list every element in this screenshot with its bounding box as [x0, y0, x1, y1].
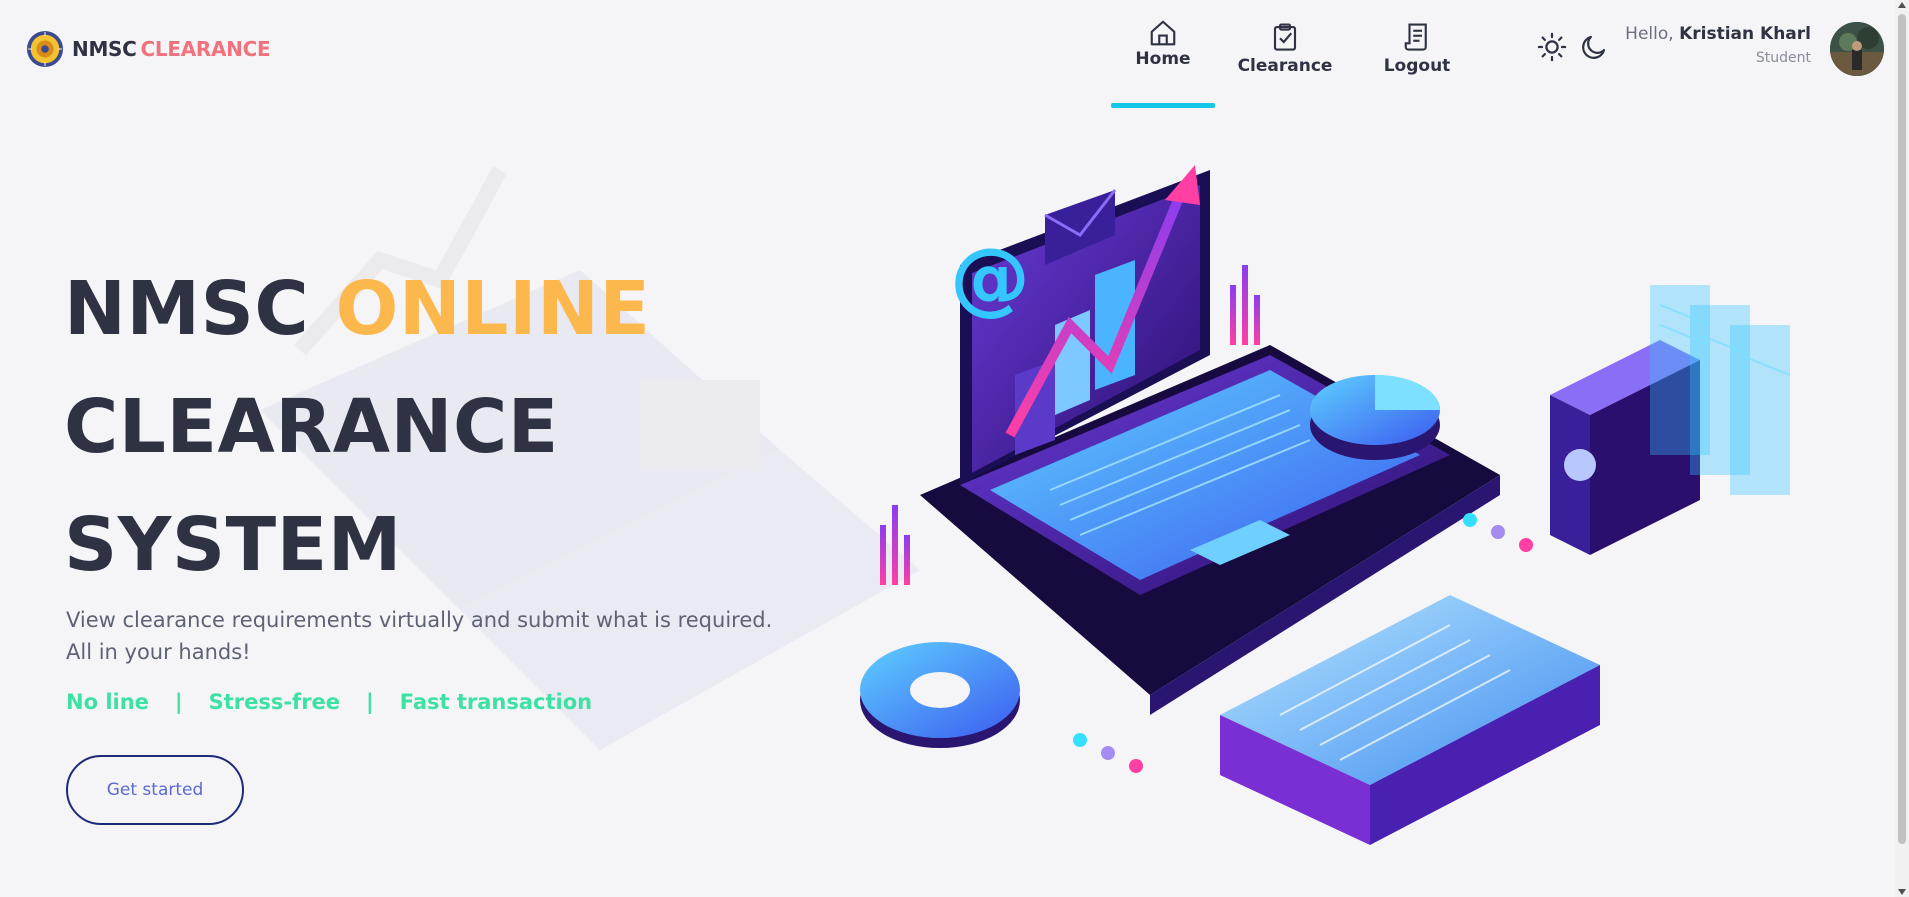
brand[interactable]: NMSC CLEARANCE — [26, 30, 271, 68]
moon-icon[interactable] — [1579, 32, 1609, 62]
nav-logout[interactable]: Logout — [1354, 0, 1480, 94]
hero-title: NMSC ONLINE CLEARANCE SYSTEM — [64, 250, 650, 604]
hero-title-part1: NMSC — [64, 266, 310, 352]
scroll-thumb[interactable] — [1898, 14, 1906, 844]
hero-title-line3: SYSTEM — [64, 502, 402, 588]
hero-illustration: @ — [860, 165, 1791, 845]
nav-clearance[interactable]: Clearance — [1216, 0, 1354, 94]
nav-logout-label: Logout — [1383, 56, 1451, 76]
scroll-down-arrow-icon[interactable] — [1898, 889, 1906, 895]
tag-no-line: No line — [66, 690, 149, 714]
user-role: Student — [1755, 50, 1811, 66]
tag-separator: | — [366, 690, 374, 714]
home-icon — [1150, 20, 1176, 46]
nav-home[interactable]: Home — [1110, 0, 1216, 108]
hero-title-accent: ONLINE — [335, 266, 651, 352]
brand-name: NMSC CLEARANCE — [72, 37, 271, 61]
hero-tags: No line | Stress-free | Fast transaction — [66, 690, 592, 714]
user-name: Kristian Kharl — [1679, 24, 1811, 44]
hero-title-line2: CLEARANCE — [64, 384, 559, 470]
scroll-up-arrow-icon[interactable] — [1898, 2, 1906, 8]
clipboard-check-icon — [1273, 23, 1297, 51]
top-navbar: NMSC CLEARANCE Home Clearance Logout Hel… — [0, 0, 1895, 108]
tag-separator: | — [174, 690, 183, 714]
theme-toggle — [1537, 32, 1609, 62]
main-nav: Home Clearance Logout — [1110, 0, 1480, 108]
hero-subtitle: View clearance requirements virtually an… — [66, 604, 826, 668]
sun-icon[interactable] — [1537, 32, 1567, 62]
receipt-icon — [1404, 23, 1427, 51]
svg-text:@: @ — [950, 231, 1030, 324]
tag-fast-transaction: Fast transaction — [399, 690, 593, 714]
tag-stress-free: Stress-free — [208, 690, 341, 714]
brand-suffix: CLEARANCE — [140, 37, 271, 61]
user-info: Hello, Kristian Kharl Student — [1625, 24, 1811, 66]
greeting-hello: Hello, — [1625, 24, 1674, 44]
active-tab-indicator — [1111, 103, 1215, 108]
hero-subtitle-line1: View clearance requirements virtually an… — [66, 608, 773, 632]
school-seal-icon — [26, 30, 64, 68]
nav-home-label: Home — [1135, 49, 1191, 69]
hero-subtitle-line2: All in your hands! — [66, 640, 251, 664]
brand-prefix: NMSC — [72, 37, 137, 61]
avatar-image — [1830, 22, 1884, 76]
avatar[interactable] — [1830, 22, 1884, 76]
nav-clearance-label: Clearance — [1237, 56, 1333, 76]
get-started-button[interactable]: Get started — [66, 755, 244, 825]
page-scrollbar[interactable] — [1895, 0, 1909, 897]
user-greeting: Hello, Kristian Kharl — [1625, 24, 1811, 44]
